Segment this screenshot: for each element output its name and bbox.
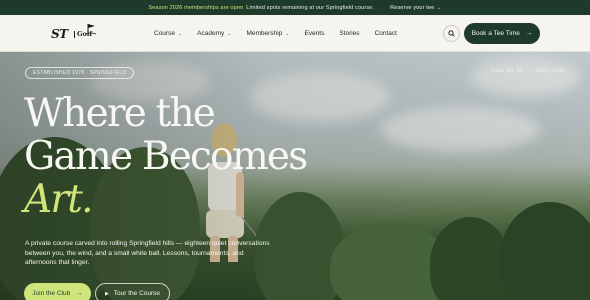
nav-item-contact[interactable]: Contact xyxy=(375,30,397,37)
tour-course-button[interactable]: ▶ Tour the Course xyxy=(95,283,170,300)
search-button[interactable] xyxy=(443,25,460,42)
chevron-down-icon: ⌄ xyxy=(177,30,183,37)
nav-item-stories[interactable]: Stories xyxy=(339,30,359,37)
announcement-highlight: Season 2026 memberships are open xyxy=(148,4,244,11)
issue-season: Spring 2026 xyxy=(534,68,565,74)
main-navigation: ST Golf Course ⌄ Academy ⌄ Membership ⌄ … xyxy=(0,15,590,52)
nav-item-label: Contact xyxy=(374,30,397,37)
cta-label: Book a Tee Time xyxy=(471,30,520,37)
golf-flag-icon xyxy=(85,24,97,35)
tour-course-label: Tour the Course xyxy=(113,290,161,297)
chevron-down-icon: ⌄ xyxy=(227,30,232,37)
chevron-down-icon: ⌄ xyxy=(285,30,290,37)
join-club-label: Join the Club xyxy=(32,290,71,297)
hero-headline: Where the Game Becomes Art. xyxy=(24,91,308,222)
nav-item-label: Academy xyxy=(197,30,225,37)
headline-line-2: Game Becomes xyxy=(24,134,308,179)
hero-description: A private course carved into rolling Spr… xyxy=(25,240,270,266)
book-tee-time-button[interactable]: Book a Tee Time → xyxy=(464,23,540,44)
issue-info: Issue No. 04 Spring 2026 xyxy=(491,68,565,74)
nav-item-events[interactable]: Events xyxy=(304,30,324,37)
nav-item-course[interactable]: Course ⌄ xyxy=(154,30,182,37)
hero-section: ESTABLISHED 1978 · SPRINGFIELD Issue No.… xyxy=(0,52,590,300)
arrow-right-icon: → xyxy=(76,290,83,297)
join-club-button[interactable]: Join the Club → xyxy=(24,283,91,300)
nav-menu: Course ⌄ Academy ⌄ Membership ⌄ Events S… xyxy=(154,15,412,52)
site-logo[interactable]: ST Golf xyxy=(51,23,99,43)
nav-item-label: Stories xyxy=(339,30,360,37)
issue-number: Issue No. 04 xyxy=(491,68,523,74)
search-icon xyxy=(448,30,455,37)
nav-item-label: Membership xyxy=(246,30,283,37)
nav-item-label: Course xyxy=(154,30,175,37)
nav-item-membership[interactable]: Membership ⌄ xyxy=(246,30,289,37)
play-icon: ▶ xyxy=(104,290,109,297)
headline-accent: Art. xyxy=(24,177,93,222)
logo-mark: ST xyxy=(51,27,68,41)
headline-line-1: Where the xyxy=(24,91,216,136)
established-badge: ESTABLISHED 1978 · SPRINGFIELD xyxy=(25,67,135,79)
reserve-tee-link[interactable]: Reserve your tee → xyxy=(390,5,442,11)
announcement-bar: Season 2026 memberships are open Limited… xyxy=(0,0,590,15)
announcement-text: Limited spots remaining at our Springfie… xyxy=(246,4,375,11)
arrow-right-icon: → xyxy=(525,30,533,37)
nav-item-label: Events xyxy=(304,30,325,37)
nav-item-academy[interactable]: Academy ⌄ xyxy=(197,30,231,37)
